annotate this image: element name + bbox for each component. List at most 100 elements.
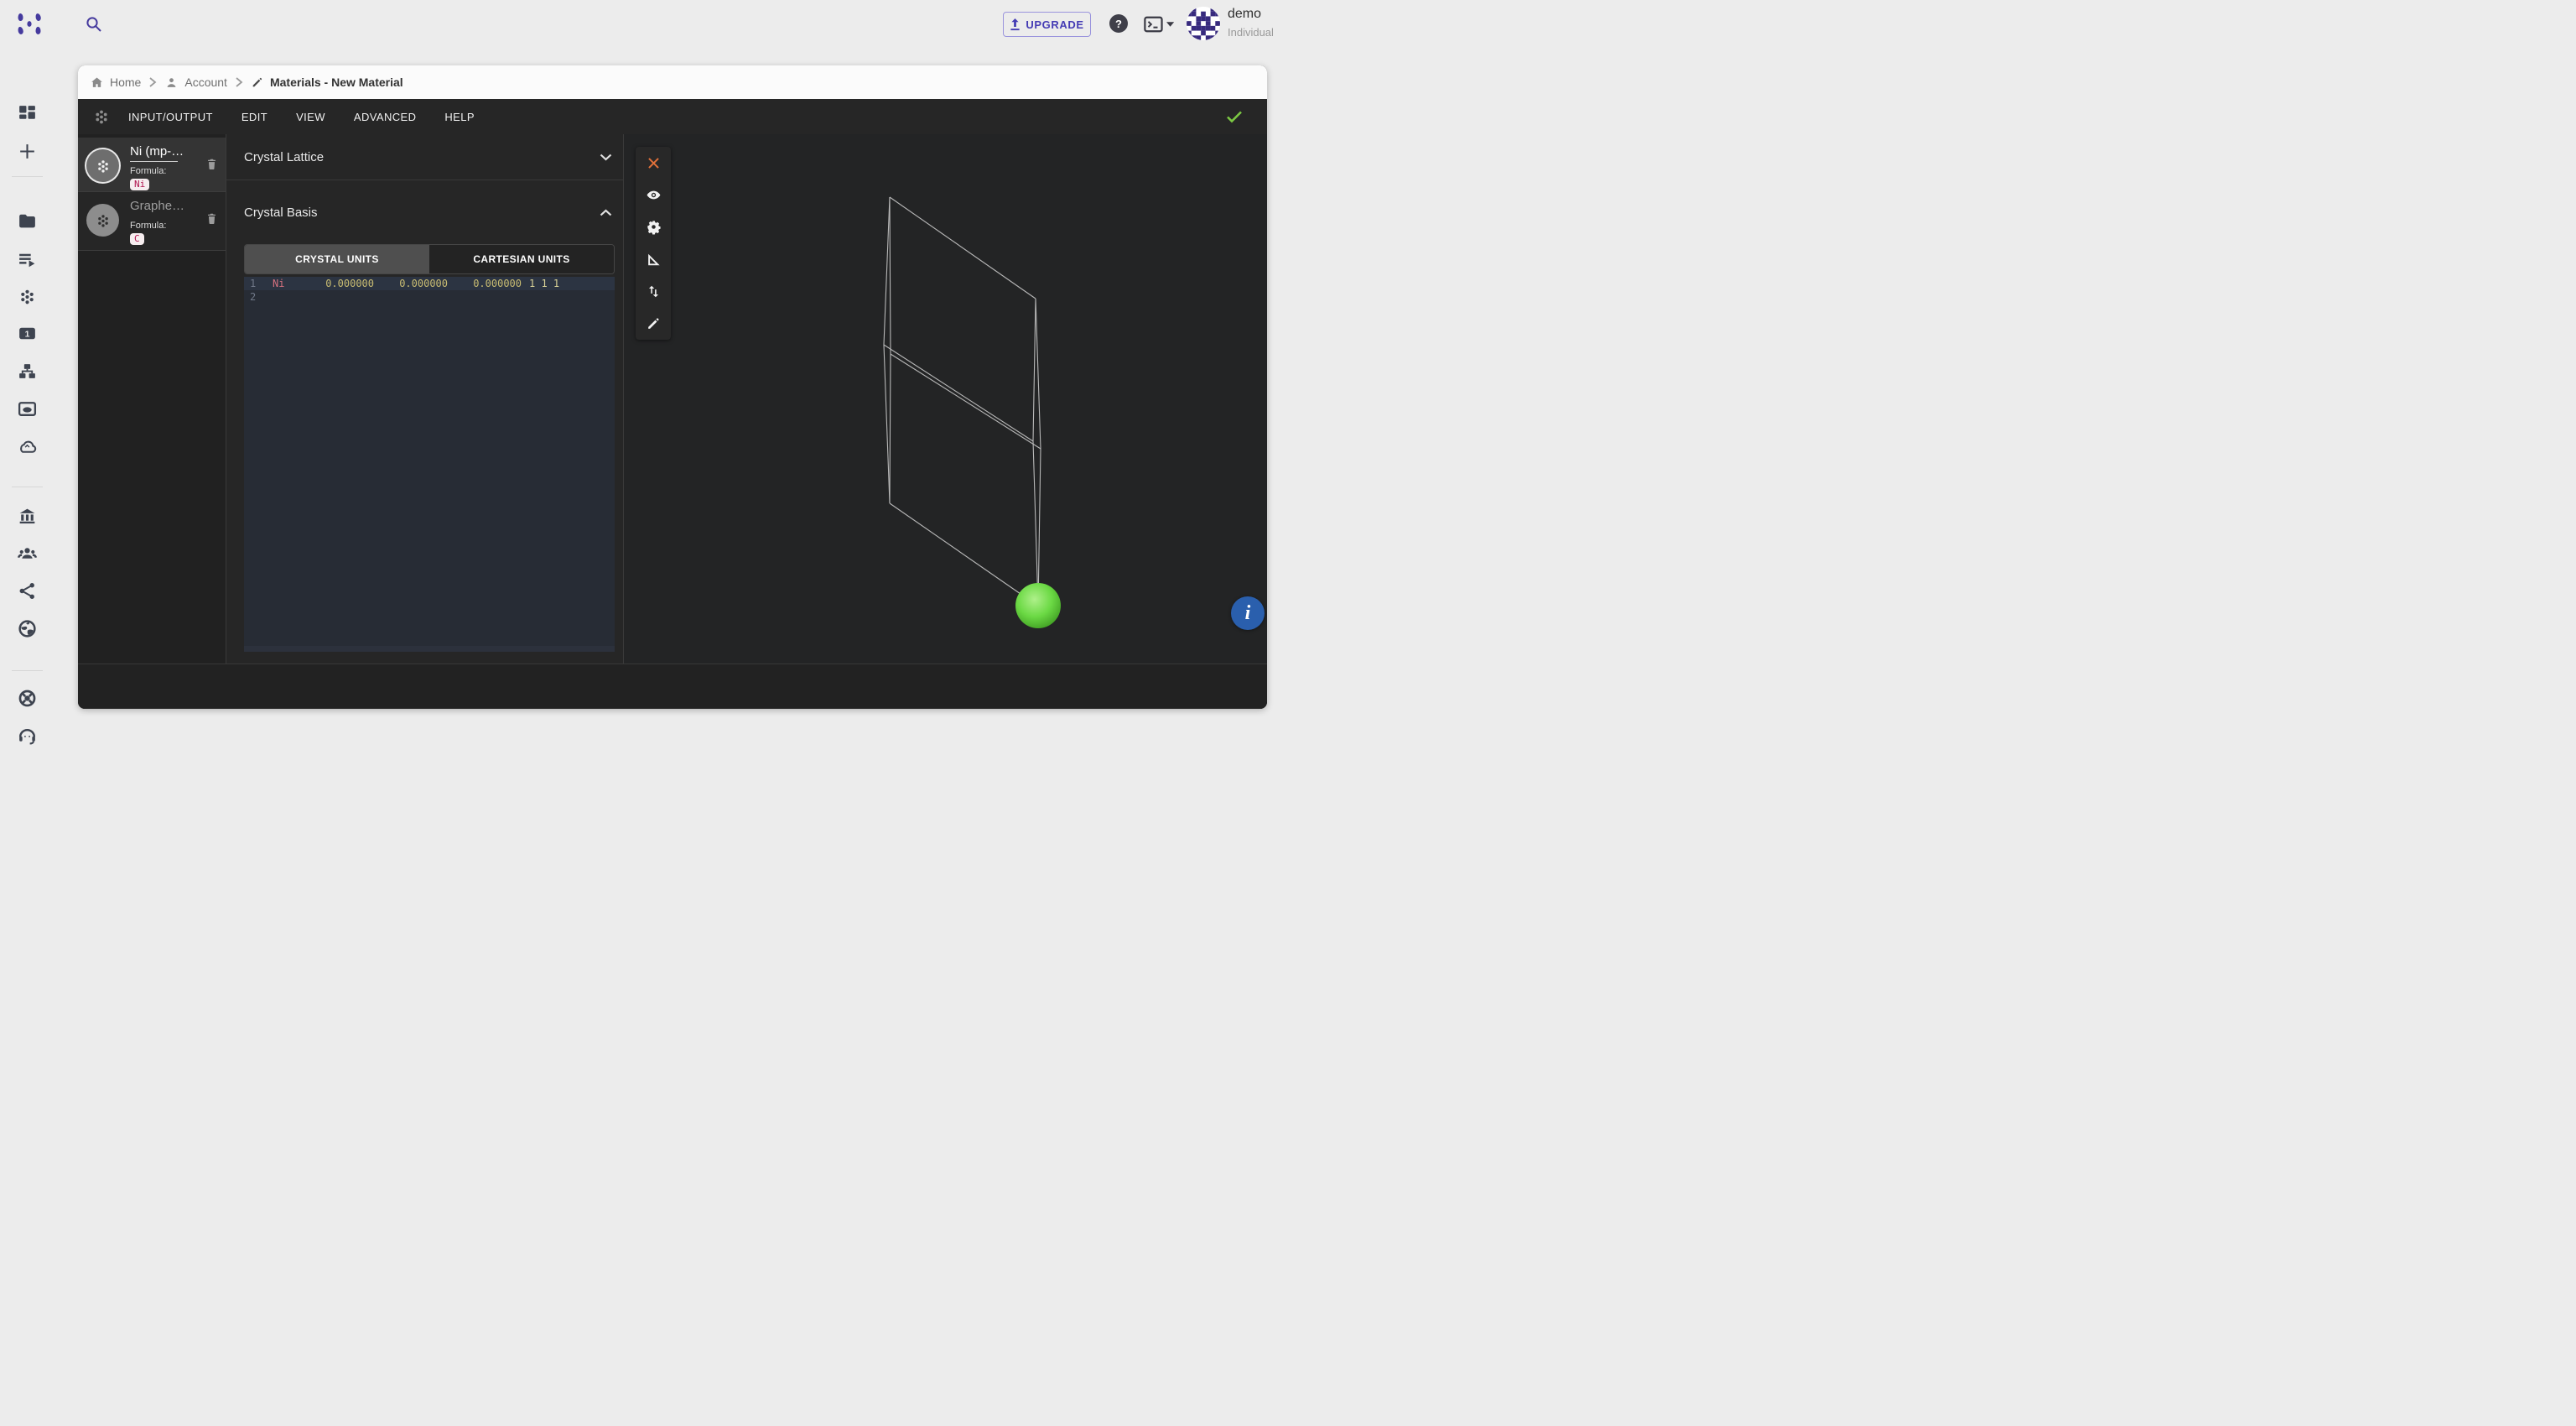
code-line-1[interactable]: 1 Ni 0.000000 0.000000 0.000000 1 1 1: [244, 277, 615, 290]
menu-input-output[interactable]: INPUT/OUTPUT: [128, 111, 213, 123]
upgrade-label: UPGRADE: [1026, 18, 1083, 31]
top-bar: UPGRADE ?: [0, 0, 1288, 49]
crystal-lattice-title: Crystal Lattice: [244, 150, 324, 164]
formula-chip: C: [130, 233, 144, 245]
material-name[interactable]: Graphe…: [130, 199, 195, 213]
team-icon[interactable]: [17, 543, 38, 564]
chevron-right-icon: [148, 76, 158, 88]
sidebar-divider: [12, 176, 43, 177]
workflow-hierarchy-icon[interactable]: [17, 361, 38, 382]
page-title: Materials - New Material: [270, 75, 403, 89]
delete-material-button[interactable]: [205, 211, 219, 227]
materials-atoms-icon[interactable]: [17, 286, 38, 307]
material-item-graphene[interactable]: Graphe… Formula: C: [78, 192, 226, 251]
globe-icon[interactable]: [17, 618, 38, 639]
sidebar: 1: [0, 49, 55, 713]
breadcrumb-home-label: Home: [110, 75, 141, 89]
chevron-down-icon: [1166, 21, 1174, 28]
material-thumbnail: [86, 204, 119, 237]
crystal-basis-title: Crystal Basis: [244, 206, 318, 220]
crystal-lattice-section[interactable]: Crystal Lattice: [226, 134, 623, 180]
bottom-bar: [78, 664, 1267, 709]
upload-icon: [1010, 18, 1021, 31]
info-button[interactable]: i: [1231, 596, 1265, 630]
atoms-icon: [94, 211, 112, 230]
input-underline: [130, 161, 178, 162]
content-area: Ni (mp-… Formula: Ni: [78, 134, 1267, 664]
close-icon[interactable]: [646, 155, 662, 171]
save-check-icon[interactable]: [1225, 109, 1244, 124]
edit-pencil-icon[interactable]: [646, 315, 662, 331]
console-menu-button[interactable]: [1144, 15, 1174, 34]
settings-icon[interactable]: [646, 219, 662, 235]
import-export-icon[interactable]: [646, 284, 662, 299]
home-icon: [90, 75, 104, 90]
app-logo-icon[interactable]: [16, 10, 43, 38]
terminal-icon: [1144, 15, 1164, 34]
basis-code-editor[interactable]: 1 Ni 0.000000 0.000000 0.000000 1 1 1 2: [244, 277, 615, 652]
materials-list: Ni (mp-… Formula: Ni: [78, 134, 226, 664]
material-thumbnail: [86, 149, 119, 182]
atoms-icon: [94, 157, 112, 175]
material-name-input[interactable]: Ni (mp-…: [130, 144, 195, 159]
chevron-up-icon[interactable]: [600, 209, 612, 216]
cloud-upload-icon[interactable]: [17, 436, 38, 457]
breadcrumb-current: Materials - New Material: [251, 75, 403, 89]
search-icon[interactable]: [84, 14, 104, 34]
help-icon[interactable]: ?: [1109, 14, 1128, 33]
tab-crystal-units[interactable]: CRYSTAL UNITS: [245, 245, 429, 273]
delete-material-button[interactable]: [205, 156, 219, 173]
formula-label: Formula:: [130, 166, 195, 176]
user-name[interactable]: demo: [1228, 7, 1261, 22]
units-tabs: CRYSTAL UNITS CARTESIAN UNITS: [244, 244, 615, 274]
unit-cell-wireframe: [624, 134, 1267, 664]
media-image-icon[interactable]: [17, 398, 38, 419]
token-x: 0.000000: [300, 277, 374, 290]
token-z: 0.000000: [448, 277, 522, 290]
visibility-icon[interactable]: [646, 187, 662, 203]
code-line-2[interactable]: 2: [244, 290, 615, 304]
user-avatar[interactable]: [1187, 7, 1220, 40]
viewer-toolbar: [636, 147, 671, 340]
token-flags: 1 1 1: [529, 277, 559, 290]
breadcrumb: Home Account Materials - New Material: [78, 65, 1267, 99]
helm-icon[interactable]: [17, 688, 38, 709]
menu-view[interactable]: VIEW: [296, 111, 325, 123]
menu-help[interactable]: HELP: [444, 111, 475, 123]
dashboard-icon[interactable]: [17, 103, 38, 124]
chevron-down-icon[interactable]: [600, 154, 612, 161]
identicon: [1187, 7, 1220, 40]
crystal-basis-section[interactable]: Crystal Basis: [226, 180, 623, 244]
upgrade-button[interactable]: UPGRADE: [1003, 12, 1091, 37]
help-glyph: ?: [1115, 18, 1122, 30]
breadcrumb-home[interactable]: Home: [90, 75, 141, 90]
jobs-list-icon[interactable]: [17, 249, 38, 270]
tab-cartesian-units[interactable]: CARTESIAN UNITS: [429, 245, 614, 273]
one-badge-icon[interactable]: 1: [17, 323, 38, 344]
pencil-icon: [251, 75, 264, 89]
bank-icon[interactable]: [17, 506, 38, 527]
line-number: 2: [250, 290, 262, 304]
info-glyph: i: [1245, 602, 1251, 625]
line-number: 1: [250, 277, 262, 290]
main-panel: Home Account Materials - New Material: [78, 65, 1267, 709]
menu-advanced[interactable]: ADVANCED: [354, 111, 416, 123]
menu-edit[interactable]: EDIT: [242, 111, 267, 123]
material-item-ni[interactable]: Ni (mp-… Formula: Ni: [78, 138, 226, 192]
token-element: Ni: [273, 277, 300, 290]
structure-3d-viewport[interactable]: i: [624, 134, 1267, 664]
add-icon[interactable]: [17, 141, 38, 162]
person-icon: [164, 75, 179, 90]
chevron-right-icon: [234, 76, 244, 88]
share-icon[interactable]: [17, 580, 38, 601]
measure-set-square-icon[interactable]: [646, 252, 662, 268]
formula-label: Formula:: [130, 221, 195, 231]
sidebar-divider: [12, 670, 43, 671]
editor-horizontal-scrollbar[interactable]: [244, 646, 615, 652]
formula-chip: Ni: [130, 179, 149, 190]
atom-sphere-ni[interactable]: [1015, 583, 1061, 628]
support-headset-icon[interactable]: [17, 726, 38, 747]
breadcrumb-account-label: Account: [184, 75, 227, 89]
breadcrumb-account[interactable]: Account: [164, 75, 227, 90]
folder-icon[interactable]: [17, 211, 38, 232]
